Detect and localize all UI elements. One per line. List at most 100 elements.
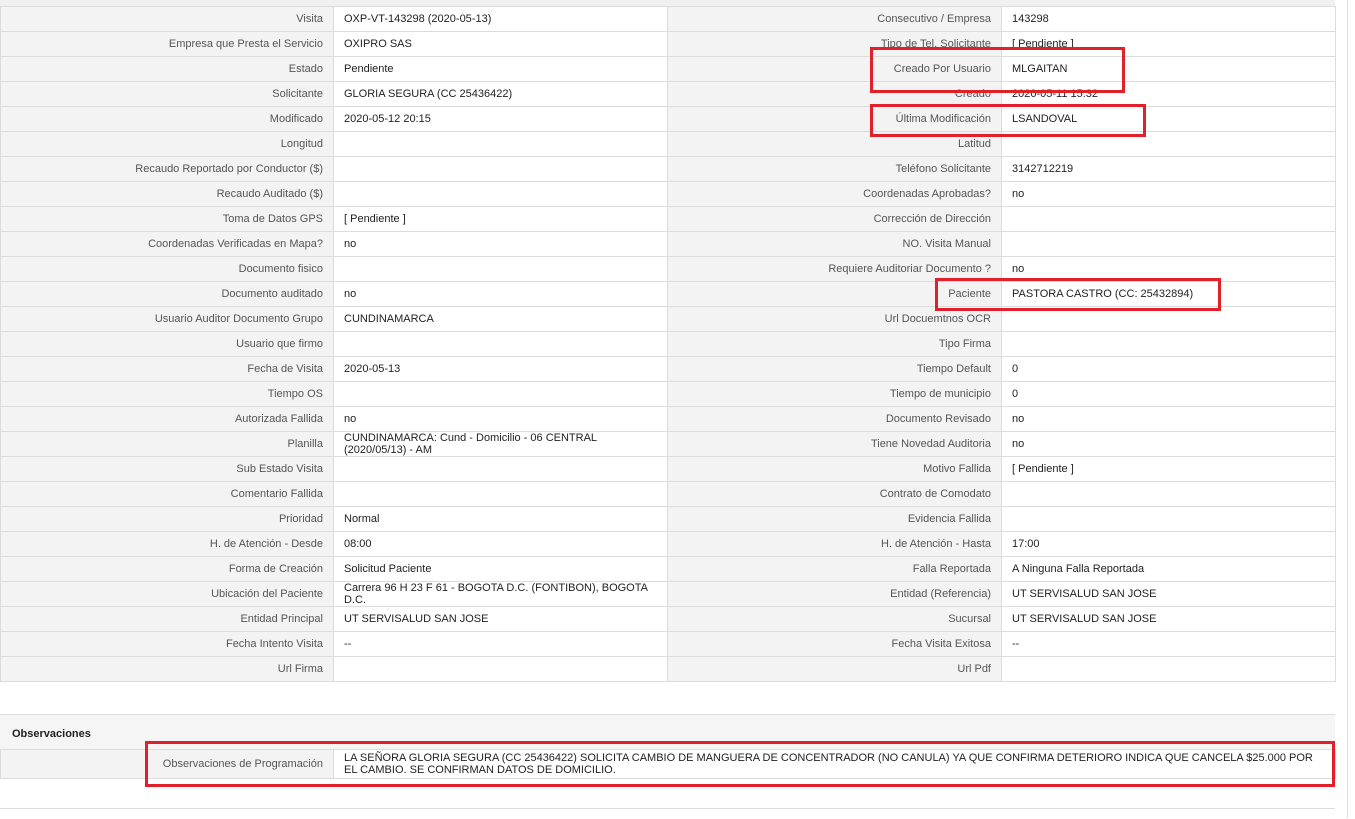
fecha-de-visita-value: 2020-05-13 <box>333 356 668 382</box>
url-docuemtnos-ocr-label: Url Docuemtnos OCR <box>667 306 1002 332</box>
recaudo-reportado-por-conductor-value <box>333 156 668 182</box>
prioridad-label: Prioridad <box>0 506 334 532</box>
usuario-auditor-documento-grupo-label: Usuario Auditor Documento Grupo <box>0 306 334 332</box>
empresa-que-presta-el-servicio-label: Empresa que Presta el Servicio <box>0 31 334 57</box>
sub-estado-visita-label: Sub Estado Visita <box>0 456 334 482</box>
detail-row: Longitud Latitud <box>0 131 1336 157</box>
empresa-que-presta-el-servicio-value: OXIPRO SAS <box>333 31 668 57</box>
page-scrollbar[interactable] <box>1335 0 1355 818</box>
motivo-fallida-value: [ Pendiente ] <box>1001 456 1336 482</box>
creado-value: 2020-05-11 15:32 <box>1001 81 1336 107</box>
falla-reportada-value: A Ninguna Falla Reportada <box>1001 556 1336 582</box>
detail-row: Entidad Principal UT SERVISALUD SAN JOSE S… <box>0 606 1336 632</box>
visita-label: Visita <box>0 6 334 32</box>
documento-fisico-label: Documento fisico <box>0 256 334 282</box>
prioridad-value: Normal <box>333 506 668 532</box>
tiempo-default-label: Tiempo Default <box>667 356 1002 382</box>
detail-row: Toma de Datos GPS[ Pendiente ] Corrección… <box>0 206 1336 232</box>
detail-row: Comentario Fallida Contrato de Comodato <box>0 481 1336 507</box>
latitud-label: Latitud <box>667 131 1002 157</box>
visita-value: OXP-VT-143298 (2020-05-13) <box>333 6 668 32</box>
detail-row: Recaudo Auditado ($) Coordenadas Aprobada… <box>0 181 1336 207</box>
longitud-value <box>333 131 668 157</box>
no-visita-manual-label: NO. Visita Manual <box>667 231 1002 257</box>
tiempo-default-value: 0 <box>1001 356 1336 382</box>
ubicacion-del-paciente-label: Ubicación del Paciente <box>0 581 334 607</box>
next-section-edge <box>0 808 1335 819</box>
sucursal-value: UT SERVISALUD SAN JOSE <box>1001 606 1336 632</box>
entidad-referencia-value: UT SERVISALUD SAN JOSE <box>1001 581 1336 607</box>
falla-reportada-label: Falla Reportada <box>667 556 1002 582</box>
modificado-value: 2020-05-12 20:15 <box>333 106 668 132</box>
fecha-de-visita-label: Fecha de Visita <box>0 356 334 382</box>
usuario-que-firmo-label: Usuario que firmo <box>0 331 334 357</box>
detail-row: Recaudo Reportado por Conductor ($) Teléf… <box>0 156 1336 182</box>
observaciones-table: Observaciones de Programación LA SEÑORA … <box>0 749 1336 779</box>
detail-row: Solicitante GLORIA SEGURA (CC 25436422) Cr… <box>0 81 1336 107</box>
latitud-value <box>1001 131 1336 157</box>
recaudo-auditado-value <box>333 181 668 207</box>
fecha-intento-visita-label: Fecha Intento Visita <box>0 631 334 657</box>
detail-row: Planilla CUNDINAMARCA: Cund - Domicilio -… <box>0 431 1336 457</box>
fecha-visita-exitosa-value: -- <box>1001 631 1336 657</box>
detail-row: Visita OXP-VT-143298 (2020-05-13) Consecut… <box>0 6 1336 32</box>
recaudo-reportado-por-conductor-label: Recaudo Reportado por Conductor ($) <box>0 156 334 182</box>
detail-row: Forma de Creación Solicitud Paciente Falla… <box>0 556 1336 582</box>
autorizada-fallida-value: no <box>333 406 668 432</box>
documento-revisado-label: Documento Revisado <box>667 406 1002 432</box>
solicitante-label: Solicitante <box>0 81 334 107</box>
tiempo-de-municipio-value: 0 <box>1001 381 1336 407</box>
sucursal-label: Sucursal <box>667 606 1002 632</box>
telefono-solicitante-label: Teléfono Solicitante <box>667 156 1002 182</box>
evidencia-fallida-value <box>1001 506 1336 532</box>
correccion-de-direccion-value <box>1001 206 1336 232</box>
detail-row: Sub Estado Visita Motivo Fallida[ Pendien… <box>0 456 1336 482</box>
url-firma-value <box>333 656 668 682</box>
entidad-referencia-label: Entidad (Referencia) <box>667 581 1002 607</box>
requiere-auditoriar-documento-label: Requiere Auditoriar Documento ? <box>667 256 1002 282</box>
detail-row: Usuario Auditor Documento Grupo CUNDINAMA… <box>0 306 1336 332</box>
ultima-modificacion-value: LSANDOVAL <box>1001 106 1336 132</box>
url-pdf-value <box>1001 656 1336 682</box>
fecha-intento-visita-value: -- <box>333 631 668 657</box>
no-visita-manual-value <box>1001 231 1336 257</box>
documento-fisico-value <box>333 256 668 282</box>
detail-row: Usuario que firmo Tipo Firma <box>0 331 1336 357</box>
autorizada-fallida-label: Autorizada Fallida <box>0 406 334 432</box>
detail-row: Documento auditado no Paciente PASTORA CAS… <box>0 281 1336 307</box>
scrollbar-track[interactable] <box>1347 0 1348 818</box>
observaciones-title: Observaciones <box>12 728 91 740</box>
tipo-firma-value <box>1001 331 1336 357</box>
requiere-auditoriar-documento-value: no <box>1001 256 1336 282</box>
consecutivo-empresa-label: Consecutivo / Empresa <box>667 6 1002 32</box>
modificado-label: Modificado <box>0 106 334 132</box>
url-pdf-label: Url Pdf <box>667 656 1002 682</box>
observaciones-programacion-value: LA SEÑORA GLORIA SEGURA (CC 25436422) SO… <box>333 749 1336 779</box>
detail-row: H. de Atención - Desde 08:00 H. de Atenció… <box>0 531 1336 557</box>
detail-row: Autorizada Fallida no Documento Revisado … <box>0 406 1336 432</box>
h-de-atencion-hasta-label: H. de Atención - Hasta <box>667 531 1002 557</box>
documento-revisado-value: no <box>1001 406 1336 432</box>
usuario-auditor-documento-grupo-value: CUNDINAMARCA <box>333 306 668 332</box>
detail-row: Coordenadas Verificadas en Mapa? no NO. V… <box>0 231 1336 257</box>
comentario-fallida-value <box>333 481 668 507</box>
visit-details-body: Visita OXP-VT-143298 (2020-05-13) Consecut… <box>0 6 1336 682</box>
tipo-firma-label: Tipo Firma <box>667 331 1002 357</box>
detail-row: Prioridad Normal Evidencia Fallida <box>0 506 1336 532</box>
planilla-value: CUNDINAMARCA: Cund - Domicilio - 06 CENT… <box>333 431 668 457</box>
tiene-novedad-auditoria-label: Tiene Novedad Auditoria <box>667 431 1002 457</box>
url-docuemtnos-ocr-value <box>1001 306 1336 332</box>
planilla-label: Planilla <box>0 431 334 457</box>
tipo-de-tel-solicitante-value: [ Pendiente ] <box>1001 31 1336 57</box>
tiene-novedad-auditoria-value: no <box>1001 431 1336 457</box>
sub-estado-visita-value <box>333 456 668 482</box>
toma-de-datos-gps-label: Toma de Datos GPS <box>0 206 334 232</box>
forma-de-creacion-value: Solicitud Paciente <box>333 556 668 582</box>
creado-por-usuario-label: Creado Por Usuario <box>667 56 1002 82</box>
paciente-label: Paciente <box>667 281 1002 307</box>
motivo-fallida-label: Motivo Fallida <box>667 456 1002 482</box>
estado-label: Estado <box>0 56 334 82</box>
tiempo-os-value <box>333 381 668 407</box>
tiempo-os-label: Tiempo OS <box>0 381 334 407</box>
contrato-de-comodato-label: Contrato de Comodato <box>667 481 1002 507</box>
